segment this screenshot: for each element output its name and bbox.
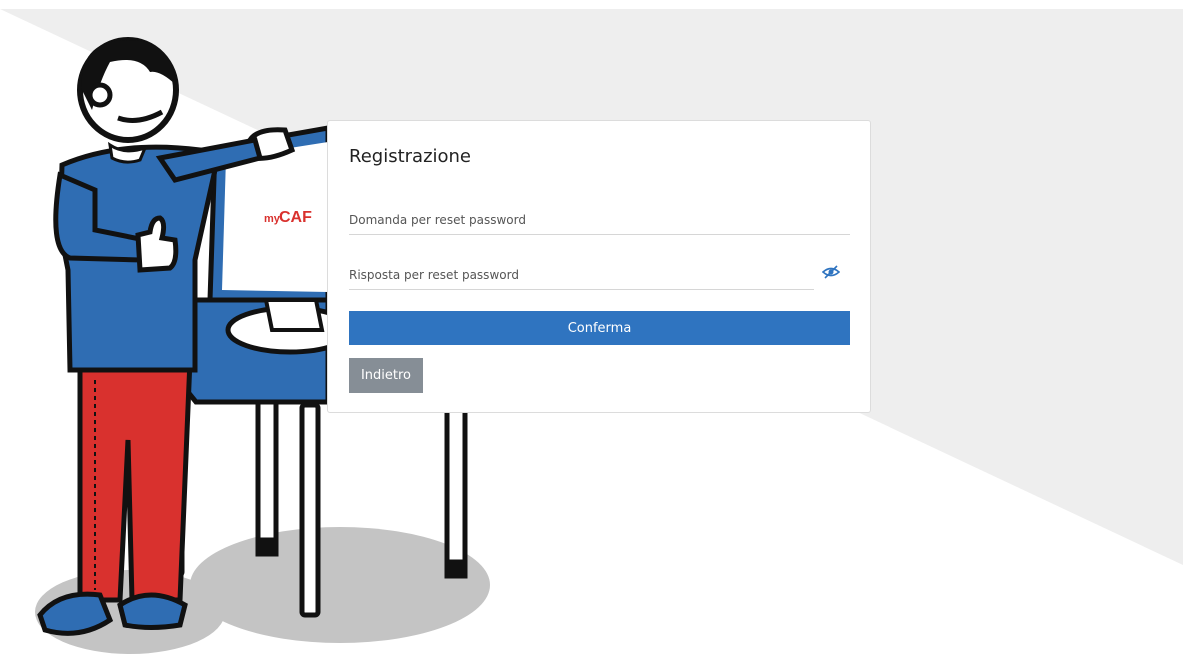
eye-slash-icon[interactable] [822, 264, 840, 280]
question-field-wrapper [349, 205, 850, 235]
answer-field-wrapper [349, 260, 814, 290]
security-answer-input[interactable] [349, 260, 814, 289]
back-button[interactable]: Indietro [349, 358, 423, 393]
registration-card: Registrazione Conferma Indietro [327, 120, 871, 413]
security-question-input[interactable] [349, 205, 850, 234]
card-title: Registrazione [349, 146, 472, 167]
screen-brand-suffix: CAF [279, 209, 312, 226]
confirm-button[interactable]: Conferma [349, 311, 850, 345]
